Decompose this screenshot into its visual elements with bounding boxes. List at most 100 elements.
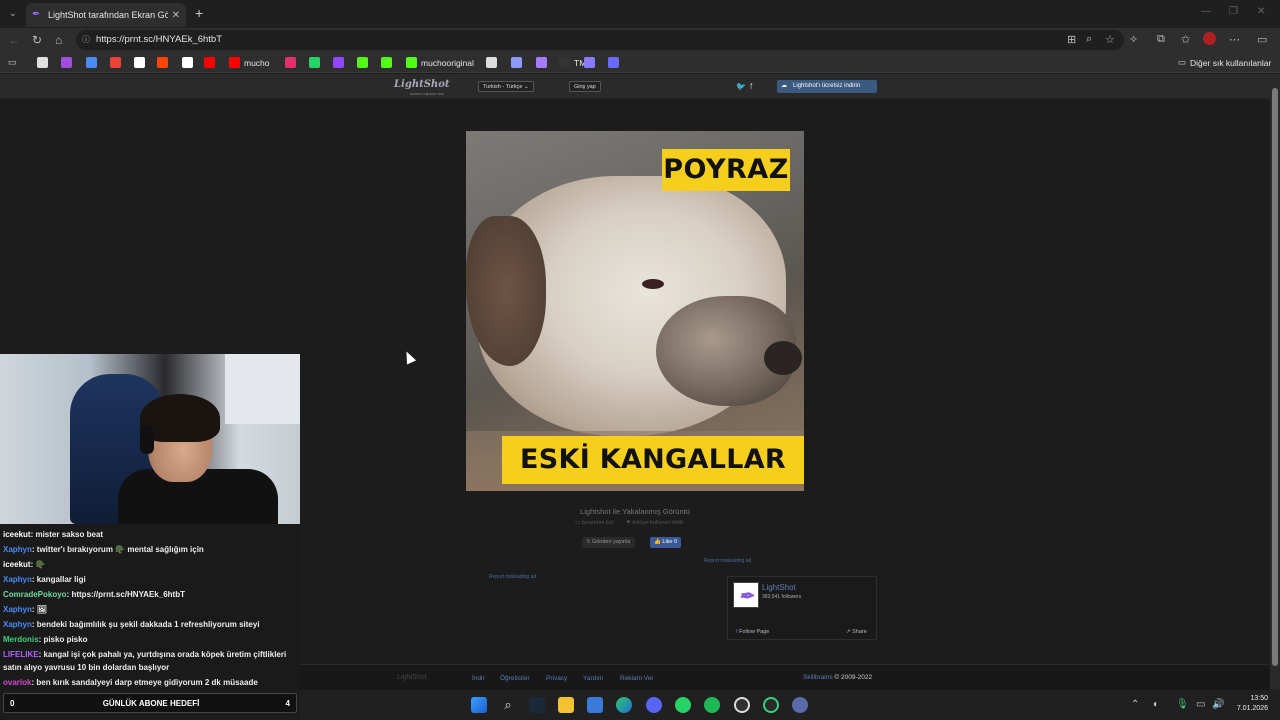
chat-username[interactable]: Xaphyn: [3, 545, 32, 554]
tray-mic-icon[interactable]: 🎙: [1176, 699, 1189, 710]
more-menu-icon[interactable]: ⋯: [1229, 33, 1240, 46]
bookmark-item[interactable]: [608, 56, 623, 69]
favorites-icon[interactable]: ✩: [1181, 33, 1190, 46]
chat-username[interactable]: Xaphyn: [3, 575, 32, 584]
bookmark-item[interactable]: [182, 56, 197, 69]
lightshot-logo[interactable]: LightShot: [394, 79, 450, 90]
spotify-icon[interactable]: [704, 697, 720, 713]
bookmark-item[interactable]: [37, 56, 52, 69]
profile-avatar[interactable]: [1203, 32, 1216, 45]
report-abuse-link[interactable]: ⚑ kötüye kullanım bildir: [626, 520, 684, 526]
store-icon[interactable]: [587, 697, 603, 713]
chat-username[interactable]: ComradePokoyo: [3, 590, 67, 599]
steam-icon[interactable]: [529, 697, 545, 713]
split-screen-icon[interactable]: ⧉: [1157, 33, 1165, 46]
bookmark-item[interactable]: [511, 56, 526, 69]
lightshot-feather-icon[interactable]: ✒: [733, 582, 759, 608]
bookmark-item[interactable]: mucho: [229, 56, 270, 69]
like-button[interactable]: 👍 Like 0: [650, 537, 682, 548]
url-input[interactable]: ⓘ https://prnt.sc/HNYAEk_6htbT: [76, 30, 1124, 50]
skillbrains-link[interactable]: Skillbrains: [803, 674, 833, 681]
favorite-star-icon[interactable]: ☆: [1105, 33, 1115, 46]
reload-icon[interactable]: ↻: [32, 33, 42, 47]
bookmark-item[interactable]: [134, 56, 149, 69]
bookmark-item[interactable]: [584, 56, 599, 69]
bookmark-item[interactable]: [486, 56, 501, 69]
chat-username[interactable]: Xaphyn: [3, 605, 32, 614]
zoom-icon[interactable]: ⌕: [1086, 33, 1092, 46]
tab-close-icon[interactable]: ✕: [172, 10, 180, 21]
bookmark-item[interactable]: [61, 56, 76, 69]
bookmark-item[interactable]: [309, 56, 324, 69]
footer-link-tutorials[interactable]: Öğreticiler: [500, 675, 530, 682]
tray-app-icon[interactable]: ◐: [1153, 699, 1159, 710]
network-icon[interactable]: ▭: [1196, 699, 1205, 710]
back-icon[interactable]: ←: [8, 33, 20, 47]
login-button[interactable]: Giriş yap: [569, 81, 601, 92]
edge-icon[interactable]: [616, 697, 632, 713]
footer-link-advertise[interactable]: Reklam Ver: [620, 675, 654, 682]
tweet-button[interactable]: 𝕏 Gönderi yayınla: [582, 537, 635, 548]
search-icon[interactable]: ⌕: [500, 697, 516, 713]
download-button[interactable]: ☁ Lightshot'ı ücretsiz indirin: [777, 80, 877, 93]
bookmark-item[interactable]: [285, 56, 300, 69]
tab-list-icon[interactable]: ⌄: [9, 8, 17, 19]
footer-link-download[interactable]: İndir: [472, 675, 485, 682]
bookmark-item[interactable]: [157, 56, 172, 69]
find-similar-link[interactable]: ▭ benzerini bul: [575, 520, 613, 526]
footer-link-privacy[interactable]: Privacy: [546, 675, 567, 682]
other-bookmarks[interactable]: ▭ Diğer sık kullanılanlar: [1178, 56, 1271, 69]
chat-username[interactable]: iceekut: [3, 530, 31, 539]
chat-username[interactable]: ovarlok: [3, 678, 31, 687]
app-ring-icon[interactable]: [763, 697, 779, 713]
bookmark-item[interactable]: [381, 56, 396, 69]
window-close-icon[interactable]: ✕: [1257, 6, 1265, 17]
home-icon[interactable]: ⌂: [55, 33, 62, 47]
site-info-icon[interactable]: ⓘ: [82, 30, 90, 50]
chat-username[interactable]: LIFELIKE: [3, 650, 39, 659]
sidebar-icon[interactable]: ▭: [1257, 33, 1267, 46]
screenshot-image[interactable]: POYRAZ ESKİ KANGALLAR VS: [466, 131, 804, 491]
app-icon[interactable]: ⊞: [1067, 33, 1076, 46]
follow-page-button[interactable]: f Follow Page: [736, 629, 769, 635]
taskbar-clock[interactable]: 13:50 7.01.2026: [1237, 694, 1268, 714]
report-ad-link-left[interactable]: Report misleading ad: [489, 574, 536, 580]
chat-username[interactable]: Merdonis: [3, 635, 39, 644]
twitter-icon[interactable]: 🐦: [736, 82, 746, 91]
facebook-icon[interactable]: f: [750, 82, 752, 91]
bookmark-item[interactable]: [204, 56, 219, 69]
minimize-icon[interactable]: —: [1201, 6, 1211, 17]
whatsapp-icon[interactable]: [675, 697, 691, 713]
bookmark-item[interactable]: [536, 56, 551, 69]
file-explorer-icon[interactable]: [558, 697, 574, 713]
language-select[interactable]: Turkish - Türkçe ⌄: [478, 81, 534, 92]
report-ad-link-right[interactable]: Report misleading ad: [704, 558, 751, 564]
stream-chat: iceekut: mister sakso beat Xaphyn: twitte…: [0, 524, 300, 690]
discord-icon[interactable]: [646, 697, 662, 713]
footer-link-help[interactable]: Yardım: [583, 675, 603, 682]
windows-start-icon[interactable]: [471, 697, 487, 713]
share-button[interactable]: ↗ Share: [846, 629, 867, 635]
bookmark-item[interactable]: [357, 56, 372, 69]
browser-tab[interactable]: ✒ LightShot tarafından Ekran Görüntü ✕: [26, 3, 186, 27]
extensions-icon[interactable]: ✧: [1129, 33, 1138, 46]
bookmark-item[interactable]: [86, 56, 101, 69]
bookmark-item[interactable]: [333, 56, 348, 69]
bookmark-item[interactable]: [110, 56, 125, 69]
bookmark-item[interactable]: TM: [559, 56, 586, 69]
volume-icon[interactable]: 🔊: [1212, 699, 1224, 710]
footer-logo[interactable]: LightShot: [397, 674, 427, 681]
tray-chevron-icon[interactable]: ⌃: [1131, 699, 1139, 710]
maximize-icon[interactable]: ❐: [1229, 6, 1238, 17]
settings-app-icon[interactable]: [792, 697, 808, 713]
obs-icon[interactable]: [734, 697, 750, 713]
chat-username[interactable]: iceekut: [3, 560, 31, 569]
webcam-overlay: [0, 354, 300, 524]
bookmark-item[interactable]: muchooriginal: [406, 56, 474, 69]
page-scrollbar[interactable]: [1270, 74, 1280, 690]
new-tab-icon[interactable]: +: [195, 5, 203, 21]
fb-page-name[interactable]: LightShot: [762, 583, 796, 592]
chat-username[interactable]: Xaphyn: [3, 620, 32, 629]
scrollbar-thumb[interactable]: [1272, 88, 1278, 666]
bookmark-folder-icon[interactable]: ▭: [8, 56, 17, 69]
